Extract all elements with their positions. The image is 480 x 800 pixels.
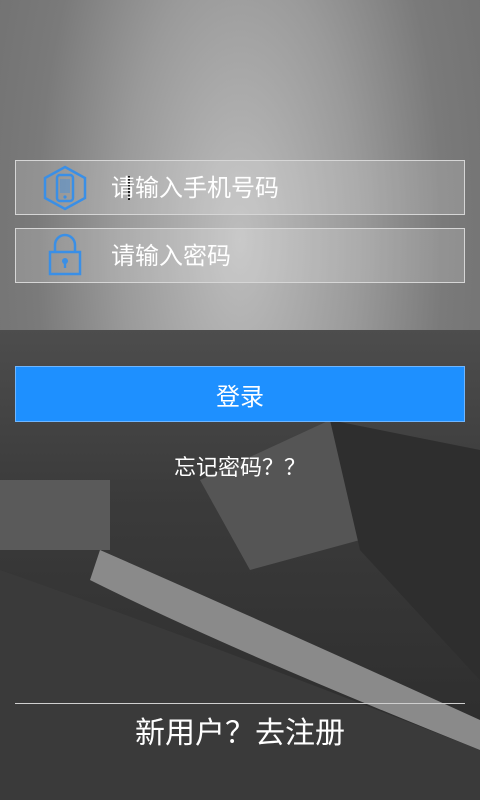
phone-hexagon-icon	[43, 165, 87, 211]
login-button[interactable]: 登录	[15, 366, 465, 422]
lock-icon	[48, 233, 82, 276]
phone-field[interactable]	[15, 160, 465, 215]
phone-input[interactable]	[111, 161, 451, 214]
password-input[interactable]	[111, 229, 451, 282]
register-link[interactable]: 新用户？去注册	[0, 705, 480, 755]
forgot-password-link[interactable]: 忘记密码？？	[0, 450, 480, 482]
password-field[interactable]	[15, 228, 465, 283]
divider	[15, 703, 465, 704]
